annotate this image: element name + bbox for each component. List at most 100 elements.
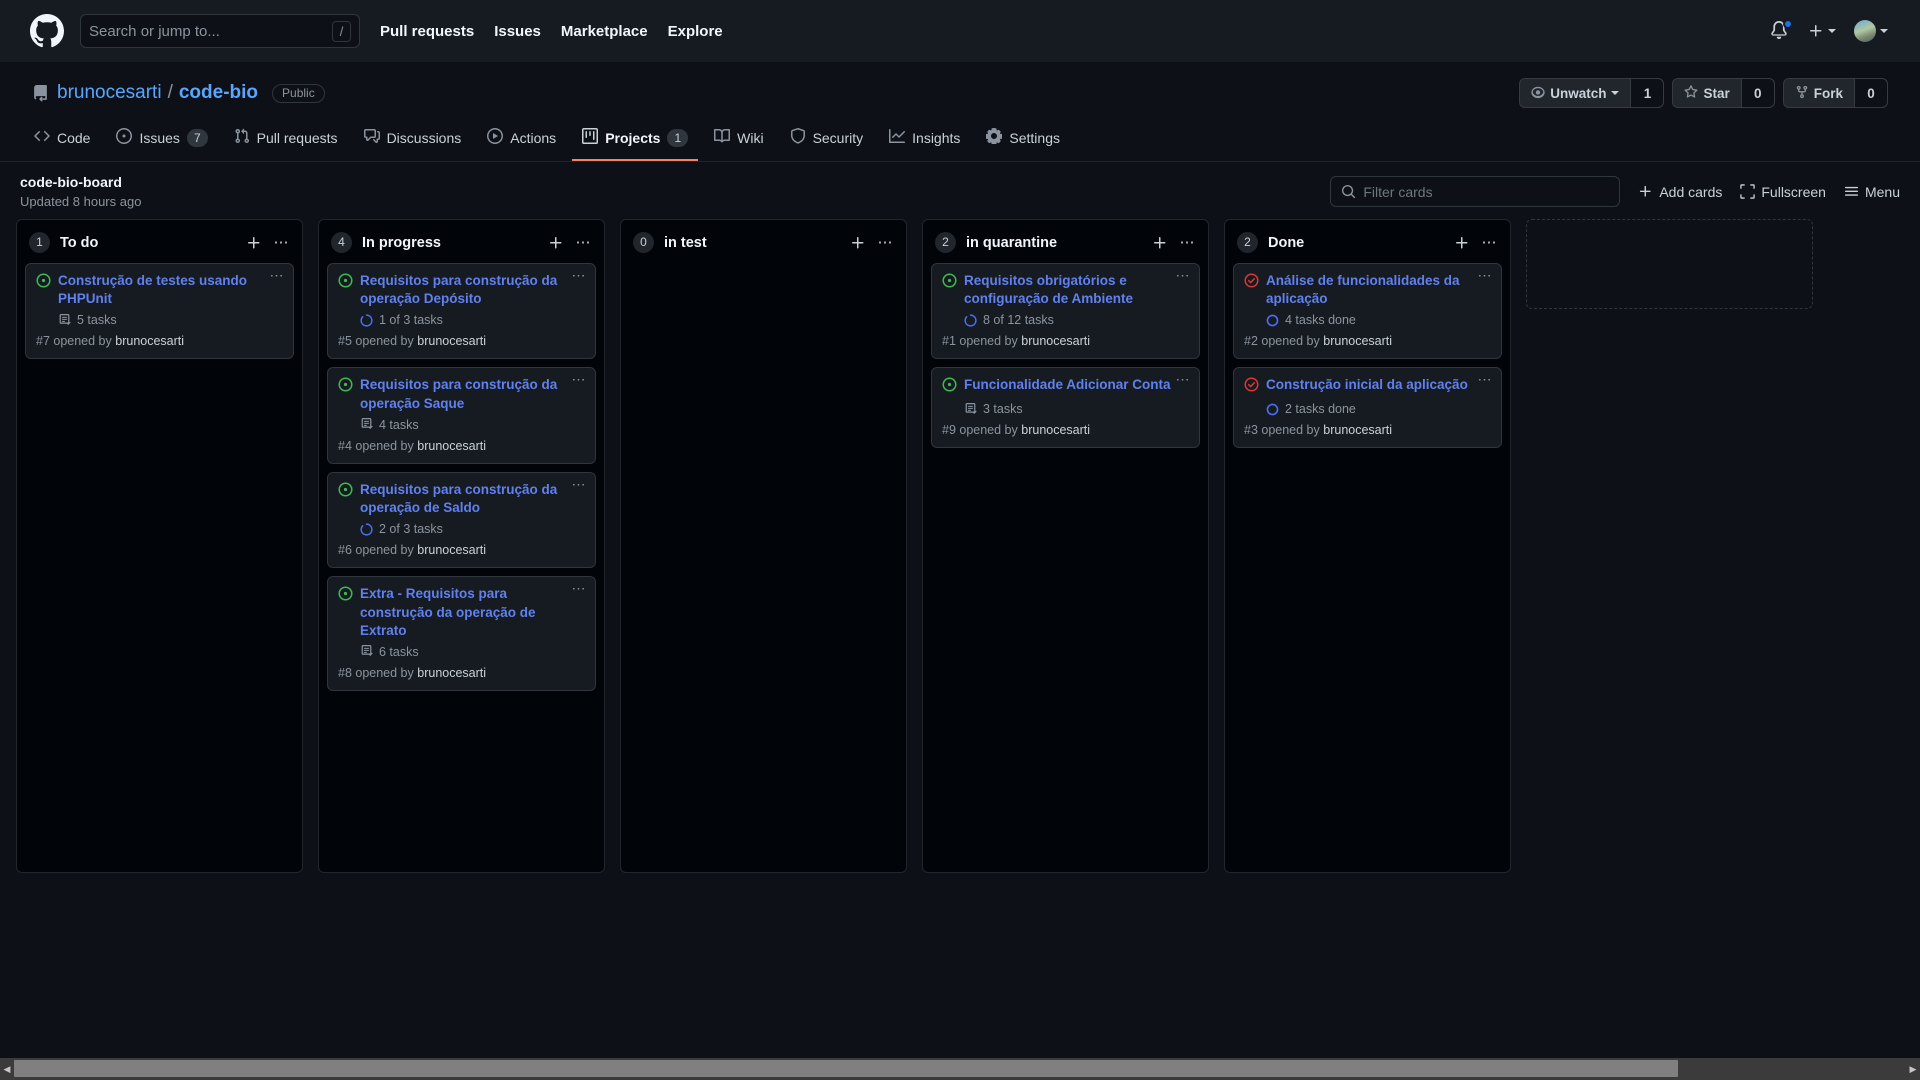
card-menu-button[interactable]: ⋯	[270, 268, 286, 282]
eye-icon	[1531, 85, 1545, 102]
card-menu-button[interactable]: ⋯	[1478, 268, 1494, 282]
card-author: brunocesarti	[1021, 423, 1091, 438]
scrollbar-thumb[interactable]	[14, 1060, 1678, 1077]
column-header: 4 In progress ⋯	[327, 228, 596, 263]
board-card[interactable]: Funcionalidade Adicionar Conta ⋯ 3 tasks…	[931, 367, 1200, 449]
add-card-button[interactable]	[548, 235, 564, 251]
card-title-link[interactable]: Análise de funcionalidades da aplicação	[1266, 272, 1491, 308]
card-menu-button[interactable]: ⋯	[1478, 372, 1494, 386]
card-author: brunocesarti	[417, 438, 487, 453]
filter-cards-input[interactable]	[1363, 183, 1610, 200]
column-menu-button[interactable]: ⋯	[274, 235, 291, 250]
fork-label: Fork	[1813, 85, 1843, 101]
project-meta: code-bio-board Updated 8 hours ago	[20, 174, 141, 209]
card-meta: #1 opened by brunocesarti	[942, 334, 1189, 348]
filter-cards-box[interactable]	[1330, 176, 1621, 207]
column-cards: Análise de funcionalidades da aplicação …	[1233, 263, 1502, 449]
bell-icon[interactable]	[1770, 19, 1793, 41]
progress-icon	[964, 314, 977, 327]
column-menu-button[interactable]: ⋯	[1180, 235, 1197, 250]
repo-actions: Unwatch 1 Star 0 Fork 0	[1519, 78, 1888, 108]
column-header: 2 in quarantine ⋯	[931, 228, 1200, 263]
repo-tab-wiki[interactable]: Wiki	[704, 122, 773, 161]
card-title-link[interactable]: Requisitos obrigatórios e configuração d…	[964, 272, 1189, 308]
add-card-button[interactable]	[246, 235, 262, 251]
repo-tab-settings[interactable]: Settings	[976, 122, 1070, 161]
project-toolbar: code-bio-board Updated 8 hours ago Add c…	[0, 162, 1920, 219]
card-author: brunocesarti	[115, 334, 185, 349]
add-column-placeholder[interactable]	[1526, 219, 1813, 309]
scroll-left-arrow[interactable]: ◀	[0, 1064, 14, 1075]
scrollbar-track[interactable]	[14, 1058, 1906, 1080]
fullscreen-label: Fullscreen	[1761, 183, 1826, 200]
avatar-menu[interactable]	[1854, 20, 1888, 42]
column-menu-button[interactable]: ⋯	[878, 235, 895, 250]
repo-owner-link[interactable]: brunocesarti	[57, 82, 162, 104]
board-card[interactable]: Construção de testes usando PHPUnit ⋯ 5 …	[25, 263, 294, 360]
nav-issues[interactable]: Issues	[494, 23, 541, 40]
repo-tab-security[interactable]: Security	[780, 122, 874, 161]
card-menu-button[interactable]: ⋯	[1176, 268, 1192, 282]
issues-counter: 7	[186, 128, 208, 147]
github-logo-icon[interactable]	[30, 14, 64, 48]
nav-pull-requests[interactable]: Pull requests	[380, 23, 474, 40]
board-card[interactable]: Análise de funcionalidades da aplicação …	[1233, 263, 1502, 360]
card-title-link[interactable]: Extra - Requisitos para construção da op…	[360, 585, 585, 640]
done-circle-icon	[1266, 314, 1279, 327]
repo-tab-insights[interactable]: Insights	[879, 122, 970, 161]
card-menu-button[interactable]: ⋯	[572, 372, 588, 386]
board-card[interactable]: Requisitos para construção da operação D…	[327, 263, 596, 360]
card-menu-button[interactable]: ⋯	[572, 581, 588, 595]
add-card-button[interactable]	[1152, 235, 1168, 251]
column-name: Done	[1268, 234, 1305, 251]
column-header: 0 in test ⋯	[629, 228, 898, 263]
star-button[interactable]: Star	[1672, 78, 1741, 108]
scroll-right-arrow[interactable]: ▶	[1906, 1064, 1920, 1075]
nav-explore[interactable]: Explore	[668, 23, 723, 40]
fullscreen-button[interactable]: Fullscreen	[1740, 184, 1826, 200]
card-title-link[interactable]: Requisitos para construção da operação D…	[360, 272, 585, 308]
card-title-link[interactable]: Construção de testes usando PHPUnit	[58, 272, 283, 308]
repo-tab-pull-requests[interactable]: Pull requests	[224, 122, 348, 161]
column-card-count: 4	[331, 232, 352, 253]
add-cards-label: Add cards	[1659, 183, 1723, 200]
board-card[interactable]: Extra - Requisitos para construção da op…	[327, 576, 596, 691]
board-column-in-progress: 4 In progress ⋯ Requisitos para construç…	[318, 219, 605, 873]
card-title-link[interactable]: Construção inicial da aplicação	[1266, 376, 1486, 394]
card-menu-button[interactable]: ⋯	[572, 268, 588, 282]
board-card[interactable]: Requisitos para construção da operação d…	[327, 471, 596, 569]
card-meta-prefix: #7 opened by	[36, 334, 116, 349]
board-card[interactable]: Requisitos para construção da operação S…	[327, 367, 596, 464]
repo-tab-code[interactable]: Code	[24, 122, 100, 161]
repo-name-link[interactable]: code-bio	[179, 82, 258, 104]
card-title-link[interactable]: Requisitos para construção da operação d…	[360, 481, 585, 517]
add-card-button[interactable]	[1454, 235, 1470, 251]
card-task-label: 6 tasks	[379, 644, 419, 659]
create-new-menu[interactable]	[1808, 23, 1836, 39]
star-button-group: Star 0	[1672, 78, 1775, 108]
repo-tab-issues[interactable]: Issues 7	[106, 122, 217, 161]
card-title-link[interactable]: Requisitos para construção da operação S…	[360, 376, 585, 412]
add-card-button[interactable]	[850, 235, 866, 251]
search-input[interactable]	[89, 22, 332, 40]
horizontal-scrollbar[interactable]: ◀ ▶	[0, 1058, 1920, 1080]
unwatch-button[interactable]: Unwatch	[1519, 78, 1631, 108]
play-icon	[487, 128, 504, 147]
repo-tab-discussions[interactable]: Discussions	[354, 122, 472, 161]
card-menu-button[interactable]: ⋯	[572, 477, 588, 491]
card-menu-button[interactable]: ⋯	[1176, 372, 1192, 386]
menu-button[interactable]: Menu	[1844, 184, 1900, 200]
repo-tab-projects[interactable]: Projects 1	[572, 122, 699, 161]
column-menu-button[interactable]: ⋯	[1482, 235, 1499, 250]
column-menu-button[interactable]: ⋯	[576, 235, 593, 250]
fork-button[interactable]: Fork	[1782, 78, 1854, 108]
board-card[interactable]: Requisitos obrigatórios e configuração d…	[931, 263, 1200, 360]
card-title-link[interactable]: Funcionalidade Adicionar Conta	[964, 376, 1189, 394]
global-header: / Pull requests Issues Marketplace Explo…	[0, 0, 1920, 62]
nav-marketplace[interactable]: Marketplace	[561, 23, 648, 40]
card-task-label: 3 tasks	[983, 402, 1023, 417]
repo-tab-actions[interactable]: Actions	[477, 122, 566, 161]
add-cards-button[interactable]: Add cards	[1638, 184, 1722, 200]
board-card[interactable]: Construção inicial da aplicação ⋯ 2 task…	[1233, 367, 1502, 449]
search-box[interactable]: /	[80, 14, 360, 48]
